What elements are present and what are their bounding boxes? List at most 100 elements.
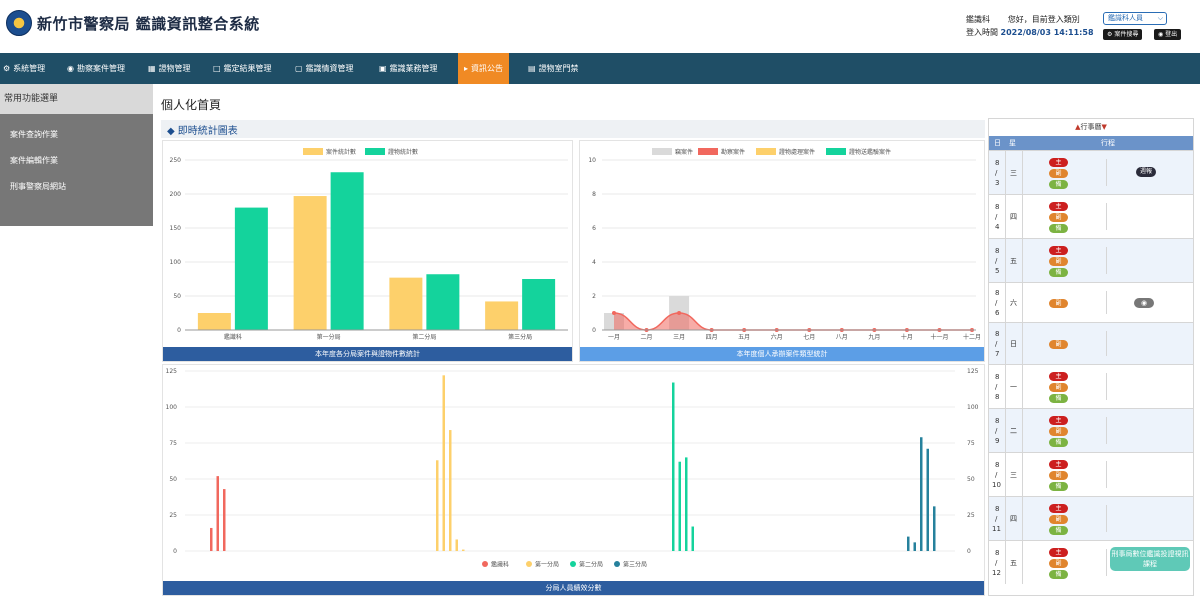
nav-evidence[interactable]: ▦ 證物管理 [148,53,191,84]
duty-pill-bei[interactable]: 備 [1049,569,1068,579]
main-nav: ⚙ 系統管理 ◉ 勘察案件管理 ▦ 證物管理 □ 鑑定結果管理 ▢ 鑑識情資管理 ▣ 鑑識業… [0,53,1200,84]
nav-announcements[interactable]: ▸ 資訊公告 [458,53,510,84]
legend-label: 第一分局 [535,561,559,569]
nav-intel[interactable]: ▢ 鑑識情資管理 [295,53,354,84]
sidebar-item-cib-website[interactable]: 刑事警察局網站 [0,174,153,200]
duty-pill-zhu[interactable]: 主 [1049,157,1068,167]
calendar-date: 8 / 3 [995,158,999,188]
chart-caption: 分局人員績效分數 [163,581,984,595]
sidebar-item-case-edit[interactable]: 案件編輯作業 [0,148,153,174]
calendar-weekday: 四 [1010,213,1017,221]
calendar-month: 8 [995,203,1000,211]
calendar-day: 4 [995,223,1000,231]
legend-swatch [482,561,488,567]
y-tick-label: 0 [177,327,181,334]
duty-pill-zhu[interactable]: 主 [1049,245,1068,255]
case-search-button[interactable]: ⚙ 案件搜尋 [1103,29,1143,40]
duty-pill-zhu[interactable]: 主 [1049,201,1068,211]
nav-access-control[interactable]: ▤ 證物室門禁 [528,53,579,84]
divider [1005,409,1006,452]
duty-pill-fu[interactable]: 副 [1049,514,1068,524]
nav-business[interactable]: ▣ 鑑識業務管理 [379,53,438,84]
bar [449,430,452,551]
duty-pill-fu[interactable]: 副 [1049,382,1068,392]
calendar-event[interactable]: 刑事局數位鑑識投證視訊課程 [1110,547,1190,571]
calendar-row: 8 / 12 五 主副備 刑事局數位鑑識投證視訊課程 [989,540,1193,584]
duty-pill-zhu[interactable]: 主 [1049,415,1068,425]
calendar-row: 8 / 6 六 副 ◉ [989,282,1193,322]
bar [933,506,936,551]
calendar-month: 8 [995,247,1000,255]
divider [1106,291,1107,314]
duty-pill-zhu[interactable]: 主 [1049,547,1068,557]
duty-pill-fu[interactable]: 副 [1049,426,1068,436]
calendar-icon: ▦ [148,64,156,73]
duty-pill-bei[interactable]: 備 [1049,525,1068,535]
x-tick-label: 九月 [868,333,880,341]
diamond-icon: ◆ [167,126,175,137]
divider [1005,541,1006,584]
col-week: 星 [1009,139,1016,147]
calendar-weekday: 一 [1010,383,1017,391]
calendar-day: 10 [992,481,1001,489]
file-icon: ▢ [295,64,303,73]
camera-icon[interactable]: ◉ [1134,298,1154,308]
duty-pill-fu[interactable]: 副 [1049,212,1068,222]
calendar-date: 8 / 11 [992,504,1001,534]
duty-pill-bei[interactable]: 備 [1049,267,1068,277]
calendar-date-slash: / [995,299,998,307]
divider [1106,461,1107,488]
eye-icon: ◉ [1158,31,1164,38]
duty-pill-fu[interactable]: 副 [1049,298,1068,308]
next-arrow-icon[interactable]: ▼ [1102,123,1107,131]
y-tick-label-right: 25 [967,512,975,519]
legend-swatch [826,148,846,155]
sidebar-item-case-query[interactable]: 案件查詢作業 [0,122,153,148]
duty-pill-fu[interactable]: 副 [1049,339,1068,349]
role-select[interactable]: 鑑識科人員 ⌵ [1103,12,1167,25]
duty-pill-bei[interactable]: 備 [1049,437,1068,447]
duty-pill-fu[interactable]: 副 [1049,470,1068,480]
calendar-date: 8 / 4 [995,202,999,232]
duty-pill-fu[interactable]: 副 [1049,256,1068,266]
nav-survey-cases[interactable]: ◉ 勘察案件管理 [67,53,125,84]
duty-pill-bei[interactable]: 備 [1049,179,1068,189]
calendar-weekday: 三 [1010,169,1017,177]
nav-results[interactable]: □ 鑑定結果管理 [213,53,272,84]
calendar-date-slash: / [995,383,998,391]
duty-pill-bei[interactable]: 備 [1049,393,1068,403]
duty-pill-zhu[interactable]: 主 [1049,459,1068,469]
nav-label: 勘察案件管理 [76,64,125,73]
calendar-event[interactable]: 週報 [1136,167,1156,177]
nav-label: 系統管理 [13,64,46,73]
calendar-date-slash: / [995,213,998,221]
chevron-down-icon: ⌵ [1157,14,1163,22]
divider [1106,417,1107,444]
duty-pill-zhu[interactable]: 主 [1049,503,1068,513]
duty-pill-fu[interactable]: 副 [1049,168,1068,178]
legend-swatch [303,148,323,155]
legend-swatch [365,148,385,155]
calendar-weekday: 日 [1010,340,1017,348]
nav-system[interactable]: ⚙ 系統管理 [3,53,45,84]
bar [913,542,916,551]
divider [1106,331,1107,356]
calendar-day: 11 [992,525,1001,533]
login-label: 登入時間 [966,28,998,37]
x-tick-label: 鑑識科 [224,333,242,341]
briefcase-icon: ▣ [379,64,387,73]
legend-swatch [698,148,718,155]
duty-pill-fu[interactable]: 副 [1049,558,1068,568]
calendar-month: 8 [995,505,1000,513]
duty-pill-zhu[interactable]: 主 [1049,371,1068,381]
duty-pill-bei[interactable]: 備 [1049,223,1068,233]
calendar-date: 8 / 7 [995,329,999,359]
x-tick-label: 第二分局 [412,333,436,341]
duty-pill-bei[interactable]: 備 [1049,481,1068,491]
divider [1022,283,1023,322]
bar [920,437,923,551]
sidebar-heading: 常用功能選單 [0,84,153,114]
calendar-row: 8 / 7 日 副 [989,322,1193,364]
calendar-date: 8 / 10 [992,460,1001,490]
logout-button[interactable]: ◉ 登出 [1154,29,1182,40]
